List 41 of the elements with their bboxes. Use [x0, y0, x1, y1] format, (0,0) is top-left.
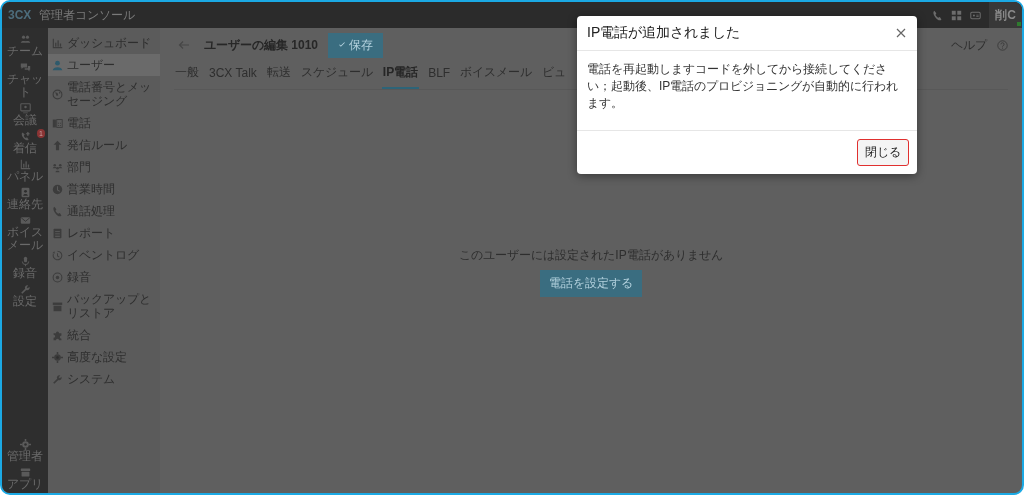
- microphone-icon: [19, 256, 31, 267]
- app-title: 管理者コンソール: [39, 6, 136, 24]
- card-icon: [970, 9, 982, 21]
- add-phone-button[interactable]: 電話を設定する: [540, 269, 642, 297]
- envelope-icon: [19, 215, 31, 226]
- group-icon: [52, 161, 63, 173]
- chat-icon: [19, 62, 31, 73]
- archive-icon: [52, 300, 63, 312]
- grid-icon: [951, 9, 963, 21]
- close-icon: [895, 27, 907, 39]
- page-title: ユーザーの編集 1010: [204, 36, 319, 54]
- user-avatar[interactable]: 削C: [989, 2, 1022, 28]
- list-icon: [52, 227, 63, 239]
- chart-icon: [52, 37, 63, 49]
- chart-icon: [19, 159, 31, 170]
- dialog-message: 電話を再起動しますコードを外してから接続してください；起動後、IP電話のプロビジョニングが自動的に行われます。: [577, 51, 917, 131]
- phone-arrow-icon: [19, 131, 31, 142]
- close-button[interactable]: [895, 27, 907, 39]
- contact-card-icon: [19, 187, 31, 198]
- rail-label: 着信: [12, 142, 38, 155]
- back-arrow-icon: [178, 39, 190, 50]
- arrow-up-icon: [52, 139, 63, 151]
- wrench-icon: [19, 284, 31, 295]
- dialog-title: IP電話が追加されました: [587, 24, 741, 42]
- clock-icon: [52, 183, 63, 195]
- help-icon[interactable]: [997, 39, 1008, 51]
- phone-icon: [932, 9, 944, 21]
- record-icon: [52, 271, 63, 283]
- wrench-icon: [52, 373, 63, 385]
- history-icon: [52, 249, 63, 261]
- phone-icon: [52, 205, 63, 217]
- save-button[interactable]: 保存: [328, 32, 384, 58]
- check-icon: [338, 41, 347, 49]
- user-icon: [52, 59, 63, 71]
- logo: 3CX: [8, 8, 32, 22]
- people-icon: [19, 34, 31, 45]
- close-dialog-button[interactable]: 閉じる: [857, 139, 909, 166]
- desk-phone-icon: [52, 117, 63, 129]
- screen-icon: [19, 103, 31, 114]
- tab[interactable]: IP電話: [381, 58, 420, 89]
- box-icon: [19, 467, 31, 478]
